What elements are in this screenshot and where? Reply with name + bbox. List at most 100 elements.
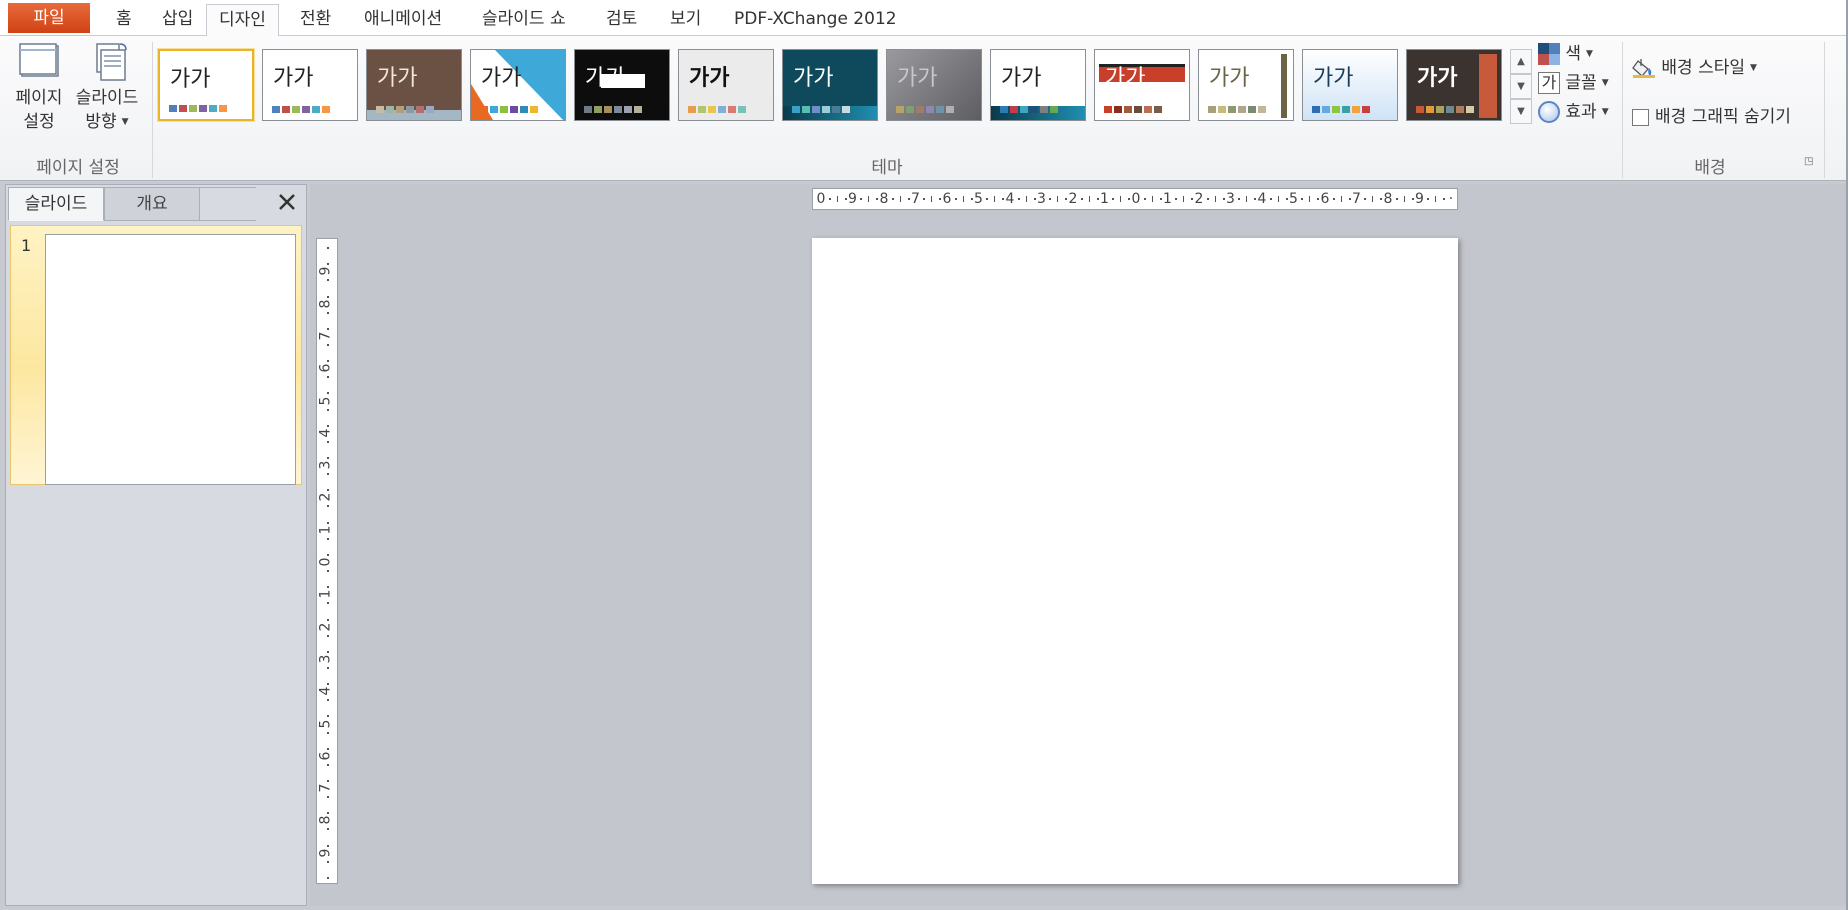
theme-thumbnail[interactable]: 가가 xyxy=(990,49,1086,121)
background-styles-button[interactable]: 배경 스타일 ▼ xyxy=(1632,55,1757,81)
theme-thumbnail[interactable]: 가가 xyxy=(574,49,670,121)
color-swatch xyxy=(926,106,934,113)
ruler-tick-mark xyxy=(1120,196,1122,202)
ruler-tick-mark xyxy=(876,198,879,200)
tab-design[interactable]: 디자인 xyxy=(206,4,279,37)
ruler-tick-mark xyxy=(907,198,910,200)
group-divider xyxy=(152,42,153,178)
ruler-tick-mark xyxy=(327,424,329,427)
theme-color-swatches xyxy=(480,106,538,113)
theme-colors-button[interactable]: 색 ▼ xyxy=(1538,41,1593,67)
theme-thumbnail[interactable]: 가가 xyxy=(366,49,462,121)
pane-tab-spacer xyxy=(200,187,256,221)
theme-thumbnail[interactable]: 가가 xyxy=(1094,49,1190,121)
hide-background-graphics-checkbox[interactable]: 배경 그래픽 숨기기 xyxy=(1632,104,1791,130)
theme-color-swatches xyxy=(1000,106,1058,113)
theme-effects-button[interactable]: 효과 ▼ xyxy=(1538,99,1609,125)
hide-background-graphics-label: 배경 그래픽 숨기기 xyxy=(1655,107,1791,127)
tab-home[interactable]: 홈 xyxy=(104,4,144,36)
ruler-tick-mark xyxy=(1002,198,1005,200)
theme-colors-icon xyxy=(1538,43,1560,65)
group-divider xyxy=(1622,42,1623,178)
tab-transitions[interactable]: 전환 xyxy=(288,4,343,36)
ruler-tick-label: 9 xyxy=(317,266,334,276)
theme-thumbnail[interactable]: 가가 xyxy=(1302,49,1398,121)
color-swatch xyxy=(520,106,528,113)
tab-pdf-xchange[interactable]: PDF-XChange 2012 xyxy=(722,4,909,36)
slide-orientation-button[interactable]: 슬라이드 방향 ▼ xyxy=(70,42,144,134)
slide-thumbnail[interactable] xyxy=(45,234,296,485)
ribbon-design: 페이지 설정 슬라이드 방향 ▼ 페이지 설정 가가 가가 가가 가가 가가 가가 가가 가가 가… xyxy=(0,36,1848,181)
theme-fonts-button[interactable]: 가 글꼴 ▼ xyxy=(1538,70,1609,96)
theme-color-swatches xyxy=(1104,106,1162,113)
color-swatch xyxy=(1050,106,1058,113)
gallery-scroll-down-icon[interactable]: ▼ xyxy=(1510,74,1532,99)
tab-insert[interactable]: 삽입 xyxy=(150,4,205,36)
theme-thumbnail[interactable]: 가가 xyxy=(678,49,774,121)
ruler-tick-mark xyxy=(1269,198,1272,200)
ruler-tick-mark xyxy=(970,198,973,200)
theme-thumbnail[interactable]: 가가 xyxy=(886,49,982,121)
theme-thumbnail[interactable]: 가가 xyxy=(157,48,255,122)
close-pane-icon[interactable] xyxy=(276,191,300,215)
color-swatch xyxy=(272,106,280,113)
ruler-tick-mark xyxy=(1372,196,1374,202)
tab-outline[interactable]: 개요 xyxy=(104,187,200,221)
ruler-tick-mark xyxy=(1159,198,1162,200)
ruler-tick-mark xyxy=(1254,198,1257,200)
chevron-down-icon: ▼ xyxy=(1601,78,1609,88)
color-swatch xyxy=(1000,106,1008,113)
theme-thumbnail[interactable]: 가가 xyxy=(262,49,358,121)
tab-slideshow[interactable]: 슬라이드 쇼 xyxy=(470,4,578,36)
ruler-tick-mark xyxy=(923,198,926,200)
page-setup-button[interactable]: 페이지 설정 xyxy=(8,42,70,134)
ruler-tick-mark xyxy=(1285,198,1288,200)
dialog-launcher-icon[interactable]: ◳ xyxy=(1804,157,1816,169)
ruler-tick-mark xyxy=(327,828,329,831)
ruler-tick-mark xyxy=(327,650,329,653)
ruler-tick-mark xyxy=(327,586,329,589)
theme-thumbnail[interactable]: 가가 xyxy=(1406,49,1502,121)
gallery-more-icon[interactable]: ▼ xyxy=(1510,99,1532,124)
color-swatch xyxy=(1352,106,1360,113)
ruler-tick-mark xyxy=(899,196,901,202)
tab-animations[interactable]: 애니메이션 xyxy=(352,4,454,36)
ruler-tick-mark xyxy=(327,360,329,363)
theme-sample-text: 가가 xyxy=(1001,66,1042,91)
ruler-tick-mark xyxy=(327,408,329,411)
ruler-tick-mark xyxy=(327,570,329,573)
color-swatch xyxy=(1342,106,1350,113)
theme-sample-text: 가가 xyxy=(689,66,730,91)
ruler-tick-mark xyxy=(828,198,831,200)
ruler-tick-label: · xyxy=(1448,191,1454,207)
color-swatch xyxy=(302,106,310,113)
ruler-tick-mark xyxy=(954,198,957,200)
ruler-tick-mark xyxy=(327,247,329,250)
theme-thumbnail[interactable]: 가가 xyxy=(470,49,566,121)
checkbox-icon[interactable] xyxy=(1632,108,1649,126)
tab-view[interactable]: 보기 xyxy=(658,4,713,36)
color-swatch xyxy=(1218,106,1226,113)
theme-color-swatches xyxy=(1208,106,1266,113)
color-swatch xyxy=(1010,106,1018,113)
tab-review[interactable]: 검토 xyxy=(594,4,649,36)
ruler-tick-mark xyxy=(1238,198,1241,200)
ruler-tick-mark xyxy=(1340,196,1342,202)
tab-slides[interactable]: 슬라이드 xyxy=(8,187,104,221)
ruler-tick-label: 0 xyxy=(1131,191,1141,207)
ruler-tick-label: 9 xyxy=(317,848,334,858)
ruler-tick-mark xyxy=(1427,198,1430,200)
color-swatch xyxy=(614,106,622,113)
color-swatch xyxy=(1238,106,1246,113)
theme-thumbnail[interactable]: 가가 xyxy=(1198,49,1294,121)
color-swatch xyxy=(1322,106,1330,113)
slide-thumbnail-item[interactable]: 1 xyxy=(10,225,302,485)
color-swatch xyxy=(1426,106,1434,113)
color-swatch xyxy=(594,106,602,113)
theme-thumbnail[interactable]: 가가 xyxy=(782,49,878,121)
slide-canvas[interactable] xyxy=(812,238,1458,884)
ruler-tick-mark xyxy=(1183,196,1185,202)
tab-file[interactable]: 파일 xyxy=(8,3,90,33)
gallery-scroll-up-icon[interactable]: ▲ xyxy=(1510,49,1532,74)
ruler-tick-label: 8 xyxy=(1383,191,1393,207)
